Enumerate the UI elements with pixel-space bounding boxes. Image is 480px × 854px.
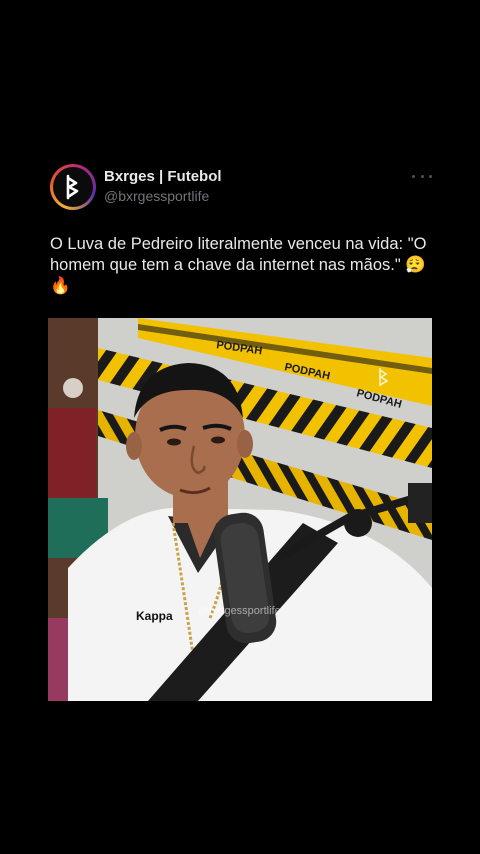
tweet-post: Bxrges | Futebol @bxrgessportlife O Luva… xyxy=(0,0,480,854)
video-watermark: @bxrgessportlife xyxy=(198,605,281,617)
author-name[interactable]: Bxrges | Futebol xyxy=(104,168,222,186)
author-info[interactable]: Bxrges | Futebol @bxrgessportlife xyxy=(104,168,222,206)
author-handle[interactable]: @bxrgessportlife xyxy=(104,186,222,206)
tweet-text: O Luva de Pedreiro literalmente venceu n… xyxy=(50,235,431,295)
tweet-video[interactable]: PODPAH PODPAH PODPAH Kappa @bxrgessportl… xyxy=(48,318,432,701)
author-avatar[interactable] xyxy=(50,164,96,210)
shirt-brand: Kappa xyxy=(136,609,173,623)
avatar-logo-icon xyxy=(53,167,93,207)
more-options-icon[interactable] xyxy=(412,170,432,182)
